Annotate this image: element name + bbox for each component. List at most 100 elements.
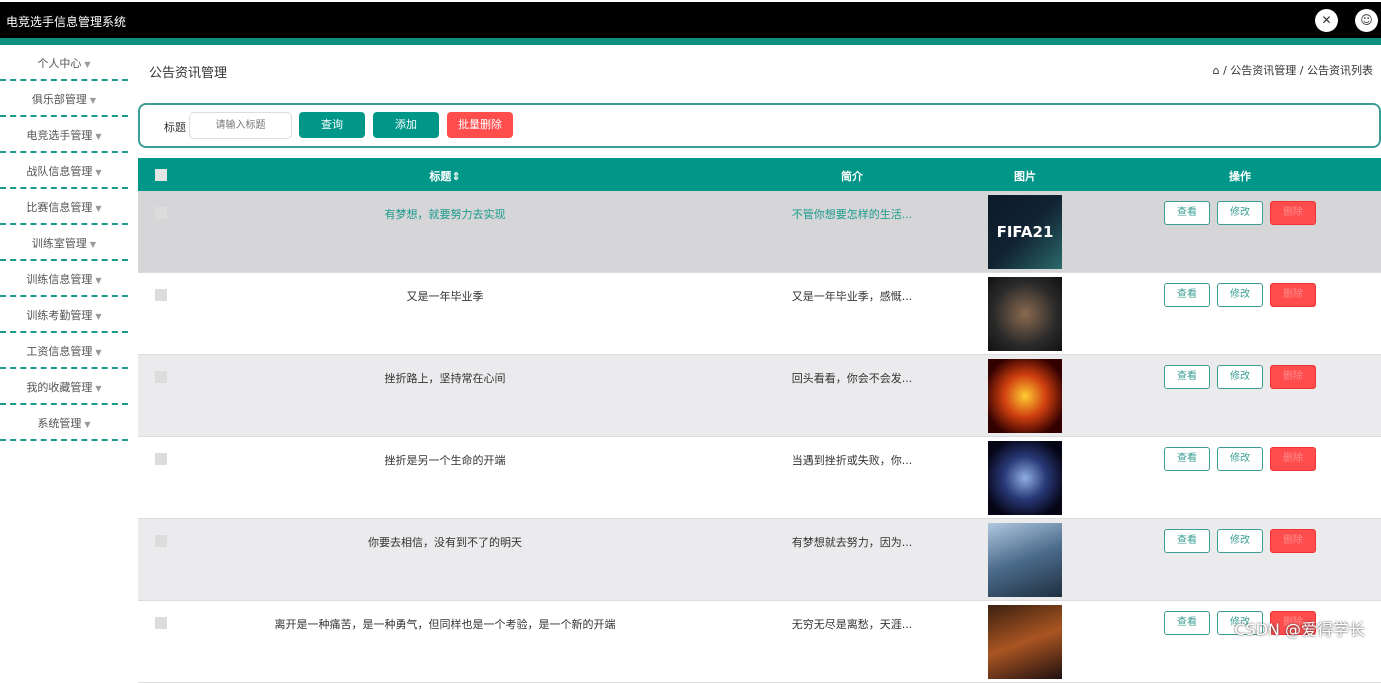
sidebar-item[interactable]: 训练信息管理 ▼ (0, 261, 128, 297)
view-button[interactable]: 查看 (1164, 283, 1210, 307)
sidebar-item[interactable]: 系统管理 ▼ (0, 405, 128, 441)
row-intro: 不管你想要怎样的生活... (791, 208, 913, 221)
watermark: CSDN @爱得学长 (1234, 620, 1365, 639)
select-all-checkbox[interactable] (155, 169, 167, 181)
sidebar-item[interactable]: 战队信息管理 ▼ (0, 153, 128, 189)
sidebar: 个人中心 ▼ 俱乐部管理 ▼ 电竞选手管理 ▼ 战队信息管理 ▼ 比赛信息管理 ▼ 训练室管理 ▼ 训练… (0, 45, 138, 441)
caret-down-icon: ▼ (84, 60, 91, 69)
caret-down-icon: ▼ (95, 132, 102, 141)
edit-button[interactable]: 修改 (1217, 529, 1263, 553)
sidebar-item[interactable]: 比赛信息管理 ▼ (0, 189, 128, 225)
caret-down-icon: ▼ (95, 348, 102, 357)
add-button[interactable]: 添加 (373, 112, 439, 138)
row-image[interactable]: FIFA21 (988, 195, 1062, 269)
table-row[interactable]: 又是一年毕业季 又是一年毕业季，感慨... 查看 修改 删除 (138, 273, 1381, 355)
row-checkbox[interactable] (155, 617, 167, 629)
sidebar-item[interactable]: 俱乐部管理 ▼ (0, 81, 128, 117)
search-panel: 标题 查询 添加 批量删除 (138, 103, 1381, 148)
sidebar-item-label: 我的收藏管理 (26, 381, 93, 394)
table-row[interactable]: 离开是一种痛苦，是一种勇气，但同样也是一个考验，是一个新的开端 无穷无尽是离愁，… (138, 601, 1381, 683)
header-intro: 简介 (841, 170, 863, 183)
title-search-input[interactable] (189, 112, 292, 139)
row-title: 又是一年毕业季 (406, 290, 484, 303)
row-image[interactable] (988, 441, 1062, 515)
header-ops: 操作 (1229, 170, 1251, 183)
row-checkbox[interactable] (155, 207, 167, 219)
caret-down-icon: ▼ (95, 204, 102, 213)
view-button[interactable]: 查看 (1164, 529, 1210, 553)
sidebar-item-label: 训练信息管理 (26, 273, 93, 286)
breadcrumb-item[interactable]: 公告资讯管理 (1230, 64, 1296, 77)
sidebar-item-label: 战队信息管理 (26, 165, 93, 178)
caret-down-icon: ▼ (95, 276, 102, 285)
caret-down-icon: ▼ (95, 312, 102, 321)
row-intro: 有梦想就去努力，因为... (791, 536, 913, 549)
view-button[interactable]: 查看 (1164, 365, 1210, 389)
header-title[interactable]: 标题⇕ (345, 168, 545, 184)
row-image[interactable] (988, 277, 1062, 351)
edit-button[interactable]: 修改 (1217, 447, 1263, 471)
sidebar-item[interactable]: 个人中心 ▼ (0, 45, 128, 81)
sidebar-item-label: 系统管理 (37, 417, 82, 430)
title-label: 标题 (164, 121, 186, 134)
page-title: 公告资讯管理 (149, 66, 228, 81)
header-image: 图片 (1014, 170, 1036, 183)
row-checkbox[interactable] (155, 289, 167, 301)
edit-button[interactable]: 修改 (1217, 201, 1263, 225)
delete-button[interactable]: 删除 (1270, 447, 1316, 471)
sidebar-item[interactable]: 电竞选手管理 ▼ (0, 117, 128, 153)
view-button[interactable]: 查看 (1164, 201, 1210, 225)
caret-down-icon: ▼ (89, 96, 97, 105)
table-row[interactable]: 你要去相信，没有到不了的明天 有梦想就去努力，因为... 查看 修改 删除 (138, 519, 1381, 601)
fullscreen-icon[interactable]: ✕ (1315, 9, 1338, 32)
row-checkbox[interactable] (155, 535, 167, 547)
sidebar-item-label: 俱乐部管理 (31, 93, 87, 106)
sidebar-item-label: 训练考勤管理 (26, 309, 93, 322)
view-button[interactable]: 查看 (1164, 611, 1210, 635)
delete-button[interactable]: 删除 (1270, 283, 1316, 307)
row-image[interactable] (988, 359, 1062, 433)
breadcrumb-item: 公告资讯列表 (1307, 64, 1373, 77)
caret-down-icon: ▼ (95, 168, 102, 177)
top-bar: 电竞选手信息管理系统 ✕ ☺ (0, 2, 1381, 38)
home-icon[interactable]: ⌂ (1213, 64, 1220, 77)
row-intro: 当遇到挫折或失败，你... (791, 454, 913, 467)
row-checkbox[interactable] (155, 371, 167, 383)
edit-button[interactable]: 修改 (1217, 283, 1263, 307)
caret-down-icon: ▼ (84, 420, 91, 429)
row-title: 离开是一种痛苦，是一种勇气，但同样也是一个考验，是一个新的开端 (274, 618, 616, 631)
table-row[interactable]: 有梦想，就要努力去实现 不管你想要怎样的生活... FIFA21 查看 修改 删… (138, 191, 1381, 273)
row-checkbox[interactable] (155, 453, 167, 465)
delete-button[interactable]: 删除 (1270, 365, 1316, 389)
row-image[interactable] (988, 523, 1062, 597)
user-icon[interactable]: ☺ (1355, 9, 1378, 32)
sidebar-item-label: 比赛信息管理 (26, 201, 93, 214)
sidebar-item[interactable]: 工资信息管理 ▼ (0, 333, 128, 369)
table-header: 标题⇕ 简介 图片 操作 (138, 158, 1381, 191)
caret-down-icon: ▼ (89, 240, 97, 249)
row-intro: 回头看看，你会不会发... (791, 372, 913, 385)
breadcrumb: ⌂ / 公告资讯管理 / 公告资讯列表 (1212, 64, 1373, 77)
sidebar-item-label: 电竞选手管理 (26, 129, 93, 142)
view-button[interactable]: 查看 (1164, 447, 1210, 471)
sidebar-item[interactable]: 训练考勤管理 ▼ (0, 297, 128, 333)
sidebar-item[interactable]: 训练室管理 ▼ (0, 225, 128, 261)
image-caption: FIFA21 (996, 223, 1054, 241)
delete-button[interactable]: 删除 (1270, 529, 1316, 553)
row-image[interactable] (988, 605, 1062, 679)
table-row[interactable]: 挫折是另一个生命的开端 当遇到挫折或失败，你... 查看 修改 删除 (138, 437, 1381, 519)
sidebar-item[interactable]: 我的收藏管理 ▼ (0, 369, 128, 405)
row-title: 挫折是另一个生命的开端 (384, 454, 506, 467)
row-title: 有梦想，就要努力去实现 (384, 208, 506, 221)
row-title: 挫折路上，坚持常在心间 (384, 372, 506, 385)
app-title: 电竞选手信息管理系统 (6, 15, 127, 29)
sidebar-item-label: 训练室管理 (31, 237, 87, 250)
edit-button[interactable]: 修改 (1217, 365, 1263, 389)
batch-delete-button[interactable]: 批量删除 (447, 112, 513, 138)
table-row[interactable]: 挫折路上，坚持常在心间 回头看看，你会不会发... 查看 修改 删除 (138, 355, 1381, 437)
query-button[interactable]: 查询 (299, 112, 365, 138)
row-intro: 又是一年毕业季，感慨... (791, 290, 913, 303)
caret-down-icon: ▼ (95, 384, 102, 393)
delete-button[interactable]: 删除 (1270, 201, 1316, 225)
row-title: 你要去相信，没有到不了的明天 (368, 536, 522, 549)
